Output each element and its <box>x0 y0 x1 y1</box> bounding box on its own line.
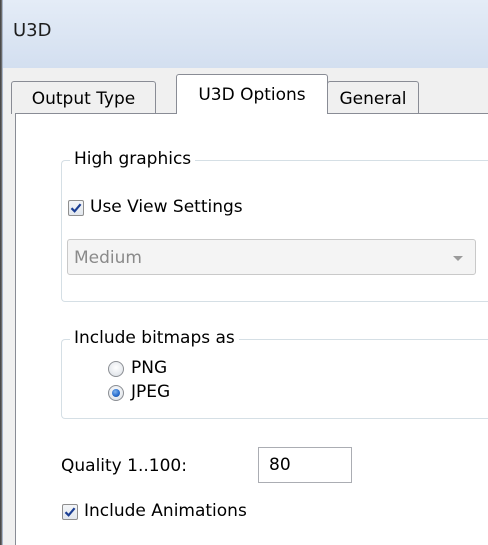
include-animations-label: Include Animations <box>84 501 247 521</box>
radio-png[interactable] <box>108 361 124 377</box>
radio-selected-dot <box>112 389 120 397</box>
tab-label: Output Type <box>31 89 136 109</box>
tab-general[interactable]: General <box>327 81 419 114</box>
include-bitmaps-legend: Include bitmaps as <box>70 328 239 348</box>
use-view-settings-checkbox[interactable] <box>68 200 84 216</box>
u3d-dialog: U3D Output Type General U3D Options High… <box>2 0 488 545</box>
detail-level-select[interactable]: Medium <box>67 239 476 275</box>
radio-jpeg[interactable] <box>108 385 124 401</box>
tab-label: U3D Options <box>198 85 306 105</box>
tab-u3d-options[interactable]: U3D Options <box>176 74 328 114</box>
chevron-down-icon <box>453 256 463 261</box>
include-bitmaps-group: Include bitmaps as PNG JPEG <box>61 328 488 419</box>
tab-panel-u3d-options: High graphics Use View Settings Medium I… <box>15 113 488 545</box>
use-view-settings-label: Use View Settings <box>90 197 243 217</box>
tab-output-type[interactable]: Output Type <box>11 81 156 114</box>
tab-label: General <box>339 89 407 109</box>
checkmark-icon <box>70 203 82 213</box>
tab-strip: Output Type General U3D Options <box>3 68 488 114</box>
high-graphics-legend: High graphics <box>70 149 196 169</box>
detail-level-value: Medium <box>74 248 142 268</box>
quality-input[interactable] <box>258 447 352 483</box>
include-animations-checkbox[interactable] <box>62 504 78 520</box>
jpeg-label: JPEG <box>131 382 171 402</box>
quality-label: Quality 1..100: <box>61 456 187 476</box>
high-graphics-group: High graphics Use View Settings Medium <box>61 149 488 302</box>
png-label: PNG <box>131 358 168 378</box>
title-bar[interactable]: U3D <box>3 0 488 68</box>
window-title: U3D <box>13 20 52 41</box>
checkmark-icon <box>64 507 76 517</box>
